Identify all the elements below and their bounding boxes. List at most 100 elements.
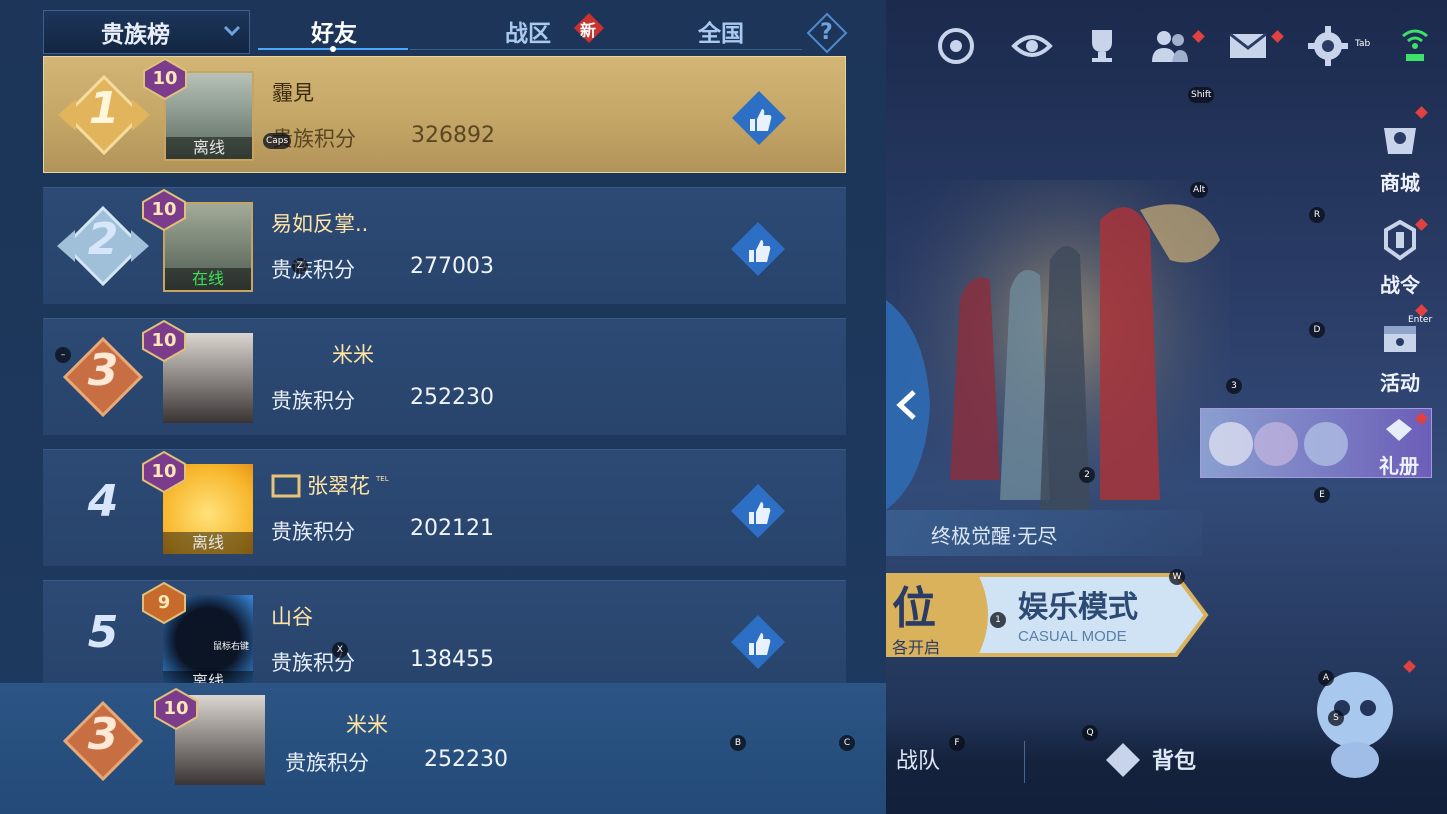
rank-number: 2 (87, 214, 119, 265)
leaderboard-tabbar: 贵族榜 好友 战区 新 全国 ? (0, 0, 886, 56)
vip-badge: 10 (151, 687, 201, 731)
event-ticker[interactable]: 终极觉醒·无尽 (886, 510, 1202, 556)
eye-icon[interactable] (1010, 24, 1054, 68)
casual-mode-button[interactable]: 位 各开启 娱乐模式 CASUAL MODE (886, 565, 1216, 665)
crown-tag-icon (271, 474, 301, 498)
player-name: 米米 (332, 343, 374, 367)
team-button[interactable]: 战队 (896, 743, 940, 775)
score-value: 202121 (410, 516, 494, 541)
key-hint: S (1328, 710, 1344, 726)
leaderboard-row[interactable]: 4 离线 10 张翠花 TEL 贵族积分 202121 (43, 449, 846, 566)
rank-number: 4 (87, 476, 119, 527)
status-label: 离线 (166, 137, 252, 159)
score-label: 贵族积分 (271, 389, 355, 413)
key-hint: X (332, 642, 348, 658)
backpack-icon (1106, 743, 1140, 777)
thumbs-up-icon[interactable] (729, 220, 787, 278)
thumbs-up-icon[interactable] (729, 482, 787, 540)
settings-icon[interactable] (1306, 24, 1350, 68)
key-hint: Caps (263, 133, 292, 149)
event-button[interactable]: 活动 (1372, 316, 1428, 396)
key-hint: Z (292, 258, 308, 274)
key-hint: E (1314, 487, 1330, 503)
battle-pass-button[interactable]: 战令 (1372, 218, 1428, 298)
trophy-icon[interactable] (1080, 24, 1124, 68)
key-hint: Alt (1190, 182, 1209, 198)
key-hint: Tab (1355, 39, 1371, 49)
score-value: 277003 (410, 254, 494, 279)
my-rank-row[interactable]: 3 10 米米 贵族积分 252230 (0, 683, 886, 814)
bottom-divider (1024, 741, 1025, 783)
rank-number: 1 (88, 83, 120, 134)
score-value: 252230 (410, 385, 494, 410)
key-hint: – (55, 347, 71, 363)
player-name: 山谷 (271, 605, 313, 629)
score-label: 贵族积分 (285, 751, 369, 775)
new-badge: 新 (573, 12, 605, 44)
score-value: 252230 (424, 747, 508, 772)
gift-book-characters (1209, 422, 1348, 466)
vip-badge: 10 (139, 319, 189, 363)
key-hint: A (1318, 670, 1334, 686)
leaderboard-type-dropdown[interactable]: 贵族榜 (43, 10, 250, 54)
gift-book-button[interactable]: 礼册 (1371, 417, 1427, 479)
shop-icon (1384, 128, 1416, 154)
tab-friends[interactable]: 好友 (311, 14, 357, 48)
tab-national[interactable]: 全国 (698, 14, 744, 48)
vip-badge: 9 (139, 581, 189, 625)
key-hint: B (730, 735, 746, 751)
friends-icon[interactable] (1148, 24, 1192, 68)
player-name: 米米 (346, 713, 388, 737)
ranked-mode-sub: 各开启 (892, 639, 940, 657)
help-button[interactable]: ? (806, 12, 848, 54)
player-name: 张翠花 (307, 474, 370, 498)
key-hint: C (839, 735, 855, 751)
rank-number: 5 (87, 607, 119, 658)
key-hint: R (1309, 207, 1325, 223)
player-name: 易如反掌.. (271, 212, 369, 236)
vip-badge: 10 (140, 57, 190, 101)
leaderboard-row[interactable]: 5 鼠标右键 离线 9 山谷 贵族积分 138455 (43, 580, 846, 683)
score-label: 贵族积分 (271, 520, 355, 544)
score-label: 贵族积分 (271, 258, 355, 282)
key-hint: F (949, 735, 965, 751)
ranked-mode-label: 位 (892, 584, 936, 633)
shop-button[interactable]: 商城 (1372, 116, 1428, 196)
mail-icon[interactable] (1226, 24, 1270, 68)
status-label: 离线 (163, 671, 253, 683)
status-label: 在线 (165, 268, 251, 290)
dropdown-label: 贵族榜 (101, 22, 170, 48)
vip-badge: 10 (139, 450, 189, 494)
key-hint: 2 (1079, 467, 1095, 483)
gift-book-banner[interactable]: 礼册 (1200, 408, 1432, 478)
score-value: 326892 (411, 123, 495, 148)
thumbs-up-icon[interactable] (730, 89, 788, 147)
leaderboard-row[interactable]: 2 在线 10 易如反掌.. 贵族积分 277003 (43, 187, 846, 304)
rank-number: 3 (87, 709, 119, 760)
avatar-overlay-label: 鼠标右键 (213, 642, 250, 652)
key-hint: Q (1082, 725, 1098, 741)
vip-badge: 10 (139, 188, 189, 232)
player-name: 霾見 (272, 81, 314, 105)
leaderboard-row[interactable]: 1 离线 10 霾見 贵族积分 326892 (43, 56, 846, 173)
wifi-icon (1402, 29, 1428, 61)
key-hint: 1 (990, 612, 1006, 628)
chevron-down-icon (223, 25, 241, 37)
casual-mode-subtitle: CASUAL MODE (1018, 628, 1127, 645)
key-hint: W (1169, 569, 1185, 585)
rank-number: 3 (87, 345, 119, 396)
leaderboard-row[interactable]: 3 10 米米 贵族积分 252230 (43, 318, 846, 435)
collapse-panel-button[interactable] (886, 300, 930, 510)
target-icon[interactable] (934, 24, 978, 68)
casual-mode-title: 娱乐模式 (1018, 591, 1138, 624)
key-hint: 3 (1226, 378, 1242, 394)
active-tab-underline (258, 46, 408, 52)
hero-artwork (900, 180, 1230, 540)
player-name-tag: TEL (376, 475, 389, 483)
tab-region[interactable]: 战区 (505, 14, 551, 48)
score-value: 138455 (410, 647, 494, 672)
backpack-button[interactable]: 背包 (1152, 743, 1196, 775)
thumbs-up-icon[interactable] (729, 613, 787, 671)
status-label: 离线 (163, 532, 253, 554)
key-hint: D (1309, 322, 1325, 338)
